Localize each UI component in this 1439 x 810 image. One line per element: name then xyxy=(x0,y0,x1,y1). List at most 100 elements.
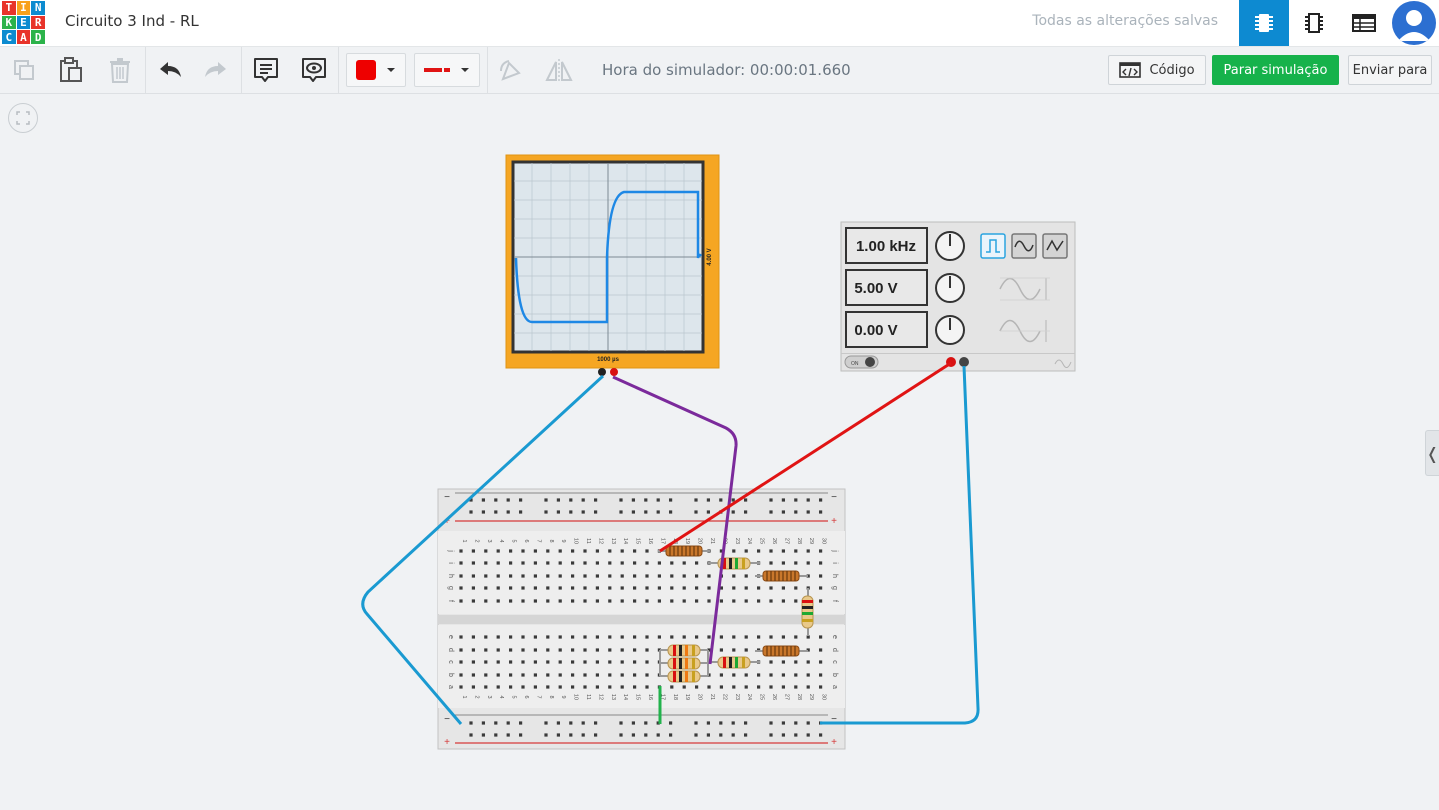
breadboard-hole[interactable] xyxy=(619,510,623,514)
breadboard-hole[interactable] xyxy=(781,721,785,725)
breadboard-hole[interactable] xyxy=(719,685,723,689)
breadboard-hole[interactable] xyxy=(806,510,810,514)
breadboard-hole[interactable] xyxy=(459,599,463,603)
breadboard-hole[interactable] xyxy=(496,561,500,565)
breadboard-hole[interactable] xyxy=(781,685,785,689)
breadboard-hole[interactable] xyxy=(806,660,810,664)
breadboard-hole[interactable] xyxy=(608,561,612,565)
breadboard-hole[interactable] xyxy=(757,549,761,553)
breadboard-hole[interactable] xyxy=(706,498,710,502)
breadboard-hole[interactable] xyxy=(546,660,550,664)
breadboard-hole[interactable] xyxy=(631,733,635,737)
breadboard-hole[interactable] xyxy=(484,635,488,639)
breadboard-hole[interactable] xyxy=(644,498,648,502)
breadboard-hole[interactable] xyxy=(484,660,488,664)
resistor-bank[interactable] xyxy=(659,644,709,683)
breadboard-hole[interactable] xyxy=(682,635,686,639)
breadboard-hole[interactable] xyxy=(819,599,823,603)
breadboard-hole[interactable] xyxy=(670,635,674,639)
breadboard-hole[interactable] xyxy=(509,685,513,689)
breadboard-hole[interactable] xyxy=(695,685,699,689)
breadboard-hole[interactable] xyxy=(569,721,573,725)
breadboard-hole[interactable] xyxy=(571,586,575,590)
breadboard-hole[interactable] xyxy=(583,549,587,553)
breadboard-hole[interactable] xyxy=(744,574,748,578)
breadboard-hole[interactable] xyxy=(546,635,550,639)
breadboard-hole[interactable] xyxy=(670,685,674,689)
breadboard-hole[interactable] xyxy=(620,660,624,664)
breadboard-hole[interactable] xyxy=(595,586,599,590)
breadboard-hole[interactable] xyxy=(556,498,560,502)
schematic-list-button[interactable] xyxy=(1339,0,1389,46)
breadboard-hole[interactable] xyxy=(556,510,560,514)
breadboard-hole[interactable] xyxy=(506,721,510,725)
breadboard-hole[interactable] xyxy=(583,561,587,565)
breadboard-hole[interactable] xyxy=(669,498,673,502)
breadboard-hole[interactable] xyxy=(620,586,624,590)
breadboard-hole[interactable] xyxy=(484,561,488,565)
breadboard-hole[interactable] xyxy=(620,574,624,578)
breadboard-hole[interactable] xyxy=(496,574,500,578)
breadboard-hole[interactable] xyxy=(459,685,463,689)
breadboard-hole[interactable] xyxy=(509,586,513,590)
circuit-view-button[interactable] xyxy=(1239,0,1289,46)
breadboard-hole[interactable] xyxy=(509,660,513,664)
breadboard-hole[interactable] xyxy=(806,549,810,553)
breadboard-hole[interactable] xyxy=(509,635,513,639)
breadboard-hole[interactable] xyxy=(459,635,463,639)
breadboard-hole[interactable] xyxy=(608,685,612,689)
breadboard-hole[interactable] xyxy=(781,586,785,590)
breadboard-hole[interactable] xyxy=(819,561,823,565)
breadboard-hole[interactable] xyxy=(519,721,523,725)
breadboard-hole[interactable] xyxy=(521,660,525,664)
copy-button[interactable] xyxy=(8,47,40,93)
breadboard-hole[interactable] xyxy=(656,510,660,514)
breadboard-hole[interactable] xyxy=(581,721,585,725)
breadboard-hole[interactable] xyxy=(608,586,612,590)
breadboard-hole[interactable] xyxy=(509,648,513,652)
breadboard-hole[interactable] xyxy=(645,660,649,664)
breadboard-hole[interactable] xyxy=(459,561,463,565)
breadboard-hole[interactable] xyxy=(731,733,735,737)
breadboard-hole[interactable] xyxy=(558,660,562,664)
wire-type-dropdown[interactable] xyxy=(414,53,480,87)
breadboard-hole[interactable] xyxy=(595,660,599,664)
breadboard-hole[interactable] xyxy=(469,510,473,514)
breadboard-hole[interactable] xyxy=(569,733,573,737)
breadboard-hole[interactable] xyxy=(819,635,823,639)
breadboard-hole[interactable] xyxy=(682,599,686,603)
breadboard-hole[interactable] xyxy=(558,561,562,565)
breadboard-hole[interactable] xyxy=(707,685,711,689)
breadboard-hole[interactable] xyxy=(521,685,525,689)
breadboard-hole[interactable] xyxy=(719,673,723,677)
breadboard-hole[interactable] xyxy=(819,586,823,590)
breadboard-hole[interactable] xyxy=(471,635,475,639)
breadboard-hole[interactable] xyxy=(633,586,637,590)
breadboard-hole[interactable] xyxy=(583,673,587,677)
breadboard-hole[interactable] xyxy=(732,673,736,677)
breadboard-hole[interactable] xyxy=(645,635,649,639)
breadboard-hole[interactable] xyxy=(620,549,624,553)
breadboard-hole[interactable] xyxy=(682,574,686,578)
circuit-canvas[interactable]: 4.00 V 1000 µs 1.00 kHz 5.00 V 0.00 V ON… xyxy=(0,94,1439,810)
breadboard-hole[interactable] xyxy=(583,586,587,590)
breadboard-hole[interactable] xyxy=(656,733,660,737)
breadboard-hole[interactable] xyxy=(471,586,475,590)
breadboard-hole[interactable] xyxy=(595,599,599,603)
breadboard-hole[interactable] xyxy=(571,685,575,689)
breadboard-hole[interactable] xyxy=(521,574,525,578)
breadboard-hole[interactable] xyxy=(719,721,723,725)
breadboard-hole[interactable] xyxy=(731,510,735,514)
breadboard-hole[interactable] xyxy=(583,648,587,652)
breadboard-hole[interactable] xyxy=(732,599,736,603)
breadboard-hole[interactable] xyxy=(459,586,463,590)
breadboard-hole[interactable] xyxy=(471,685,475,689)
breadboard-hole[interactable] xyxy=(533,561,537,565)
breadboard-hole[interactable] xyxy=(806,561,810,565)
breadboard-hole[interactable] xyxy=(744,733,748,737)
tinkercad-logo[interactable]: T I N K E R C A D xyxy=(2,1,45,44)
breadboard-hole[interactable] xyxy=(781,549,785,553)
send-to-button[interactable]: Enviar para xyxy=(1348,55,1432,85)
breadboard-hole[interactable] xyxy=(794,599,798,603)
breadboard-hole[interactable] xyxy=(619,498,623,502)
